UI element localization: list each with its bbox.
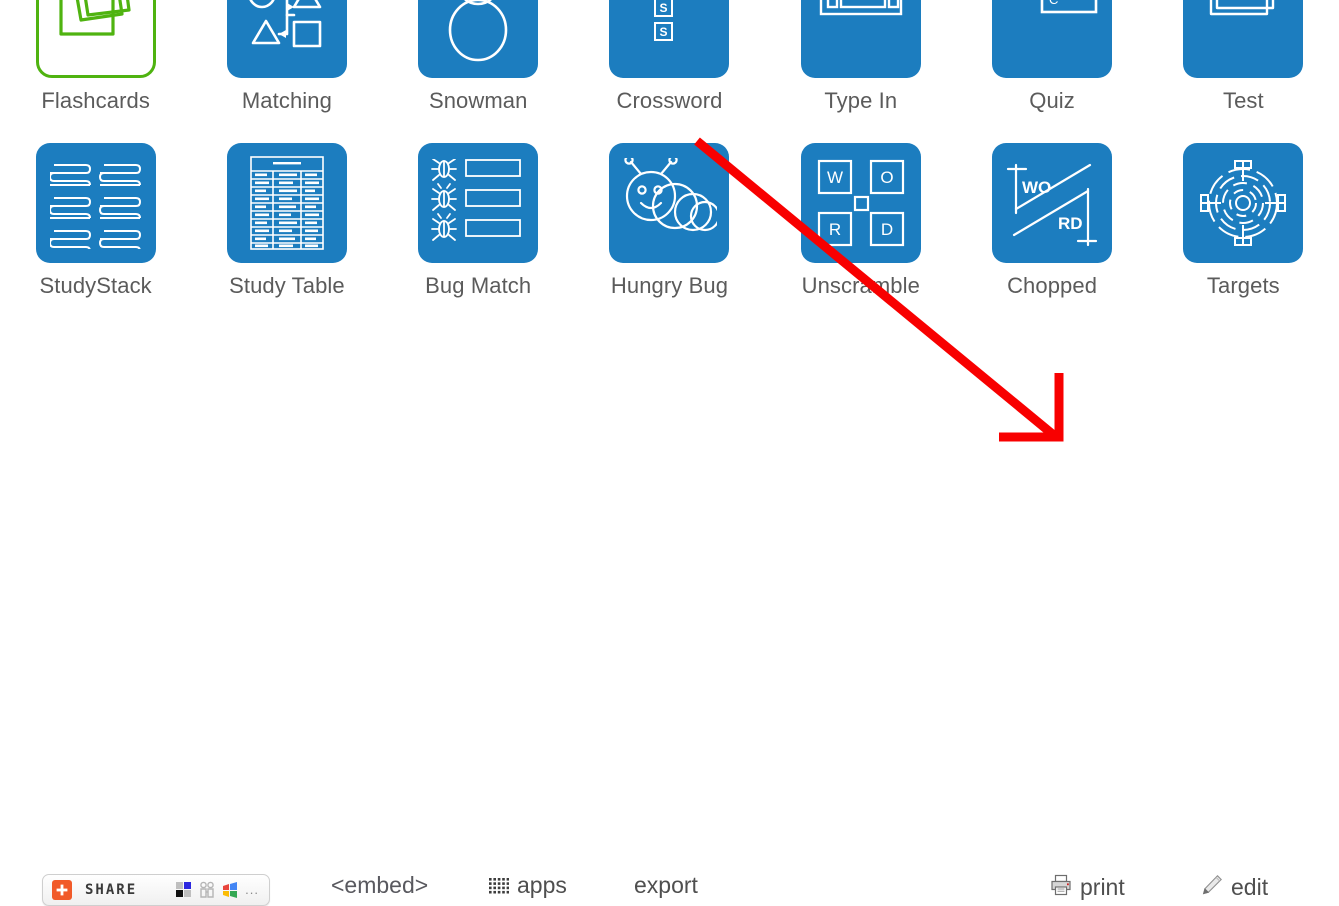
activity-chopped[interactable]: WO RD Chopped: [956, 143, 1147, 328]
addthis-plus-icon: [52, 880, 72, 900]
activity-studystack[interactable]: StudyStack: [0, 143, 191, 328]
svg-text:WO: WO: [1022, 178, 1051, 197]
activity-label: Chopped: [1007, 273, 1098, 298]
test-clipboard-icon: [1210, 0, 1275, 16]
apps-button[interactable]: apps: [489, 874, 567, 897]
bug-match-icon: [431, 159, 522, 241]
apps-grid-icon: [489, 877, 510, 895]
activity-study-table[interactable]: Study Table: [191, 143, 382, 328]
bottom-toolbar: SHARE ... <embed> apps export print edit: [0, 430, 1339, 906]
crossword-icon: R W O R D S S: [654, 0, 674, 41]
targets-tile[interactable]: [1183, 143, 1304, 263]
share-service-1-icon[interactable]: [175, 881, 193, 899]
chopped-icon: WO RD: [1006, 163, 1098, 247]
activity-label: Quiz: [1029, 88, 1075, 113]
svg-text:S: S: [660, 25, 668, 39]
edit-button[interactable]: edit: [1201, 874, 1268, 900]
print-button[interactable]: print: [1050, 874, 1125, 900]
embed-button[interactable]: <embed>: [331, 874, 428, 897]
share-service-3-icon[interactable]: [221, 881, 239, 899]
activity-label: StudyStack: [39, 273, 152, 298]
flashcards-tile[interactable]: [35, 0, 156, 78]
targets-icon: [1200, 160, 1287, 246]
bug-match-tile[interactable]: [418, 143, 539, 263]
share-services: ...: [175, 881, 259, 899]
activity-label: Study Table: [229, 273, 345, 298]
activity-grid: Flashcards Matching Snowman S S Crosswor…: [0, 0, 1339, 328]
activity-snowman[interactable]: Snowman: [383, 0, 574, 143]
activity-crossword[interactable]: R W O R D S S Crossword: [574, 0, 765, 143]
test-tile[interactable]: [1183, 0, 1304, 78]
crossword-tile[interactable]: R W O R D S S: [609, 0, 730, 78]
activity-label: Snowman: [428, 88, 528, 113]
svg-text:D: D: [881, 220, 893, 239]
activity-targets[interactable]: Targets: [1148, 143, 1339, 328]
activity-label: Crossword: [616, 88, 723, 113]
studystack-icon: [49, 164, 141, 249]
study-table-tile[interactable]: [226, 143, 347, 263]
share-widget[interactable]: SHARE ...: [42, 874, 270, 906]
unscramble-tile[interactable]: W O R D: [800, 143, 921, 263]
activity-type-in[interactable]: Type In: [765, 0, 956, 143]
activity-flashcards[interactable]: Flashcards: [0, 0, 191, 143]
svg-text:R: R: [829, 220, 841, 239]
hungry-bug-icon: [624, 158, 718, 232]
flashcards-icon: [59, 0, 131, 36]
activity-label: Matching: [241, 88, 332, 113]
activity-bug-match[interactable]: Bug Match: [383, 143, 574, 328]
snowman-tile[interactable]: [418, 0, 539, 78]
export-button[interactable]: export: [634, 874, 698, 897]
activity-label: Targets: [1206, 273, 1280, 298]
studystack-tile[interactable]: [35, 143, 156, 263]
pencil-icon: [1201, 874, 1223, 900]
activity-picker-page: Flashcards Matching Snowman S S Crosswor…: [0, 0, 1339, 906]
svg-text:RD: RD: [1058, 214, 1083, 233]
chopped-tile[interactable]: WO RD: [992, 143, 1113, 263]
print-label: print: [1080, 873, 1125, 900]
study-table-icon: [250, 156, 324, 250]
activity-unscramble[interactable]: W O R D Unscramble: [765, 143, 956, 328]
activity-label: Hungry Bug: [610, 273, 729, 298]
share-label: SHARE: [85, 882, 138, 898]
share-service-2-icon[interactable]: [198, 881, 216, 899]
svg-text:C: C: [1049, 0, 1058, 7]
embed-label: <embed>: [331, 872, 429, 898]
activity-label: Unscramble: [801, 273, 920, 298]
printer-icon: [1050, 874, 1072, 900]
activity-label: Bug Match: [425, 273, 532, 298]
activity-quiz[interactable]: B C Quiz: [956, 0, 1147, 143]
matching-tile[interactable]: [226, 0, 347, 78]
export-label: export: [634, 872, 698, 898]
activity-test[interactable]: Test: [1148, 0, 1339, 143]
matching-icon: [249, 0, 322, 48]
activity-matching[interactable]: Matching: [191, 0, 382, 143]
activity-label: Type In: [824, 88, 898, 113]
svg-text:S: S: [660, 1, 668, 15]
activity-hungry-bug[interactable]: Hungry Bug: [574, 143, 765, 328]
activity-label: Flashcards: [41, 88, 150, 113]
apps-label: apps: [517, 872, 567, 898]
unscramble-icon: W O R D: [817, 159, 904, 247]
svg-text:O: O: [880, 168, 893, 187]
keyboard-icon: [819, 0, 902, 16]
svg-text:W: W: [827, 168, 843, 187]
edit-label: edit: [1231, 873, 1269, 900]
quiz-icon: B C: [1040, 0, 1098, 14]
hungry-bug-tile[interactable]: [609, 143, 730, 263]
quiz-tile[interactable]: B C: [992, 0, 1113, 78]
activity-label: Test: [1222, 88, 1264, 113]
snowman-icon: [448, 0, 508, 62]
type-in-tile[interactable]: [800, 0, 921, 78]
share-more-label[interactable]: ...: [245, 883, 259, 896]
